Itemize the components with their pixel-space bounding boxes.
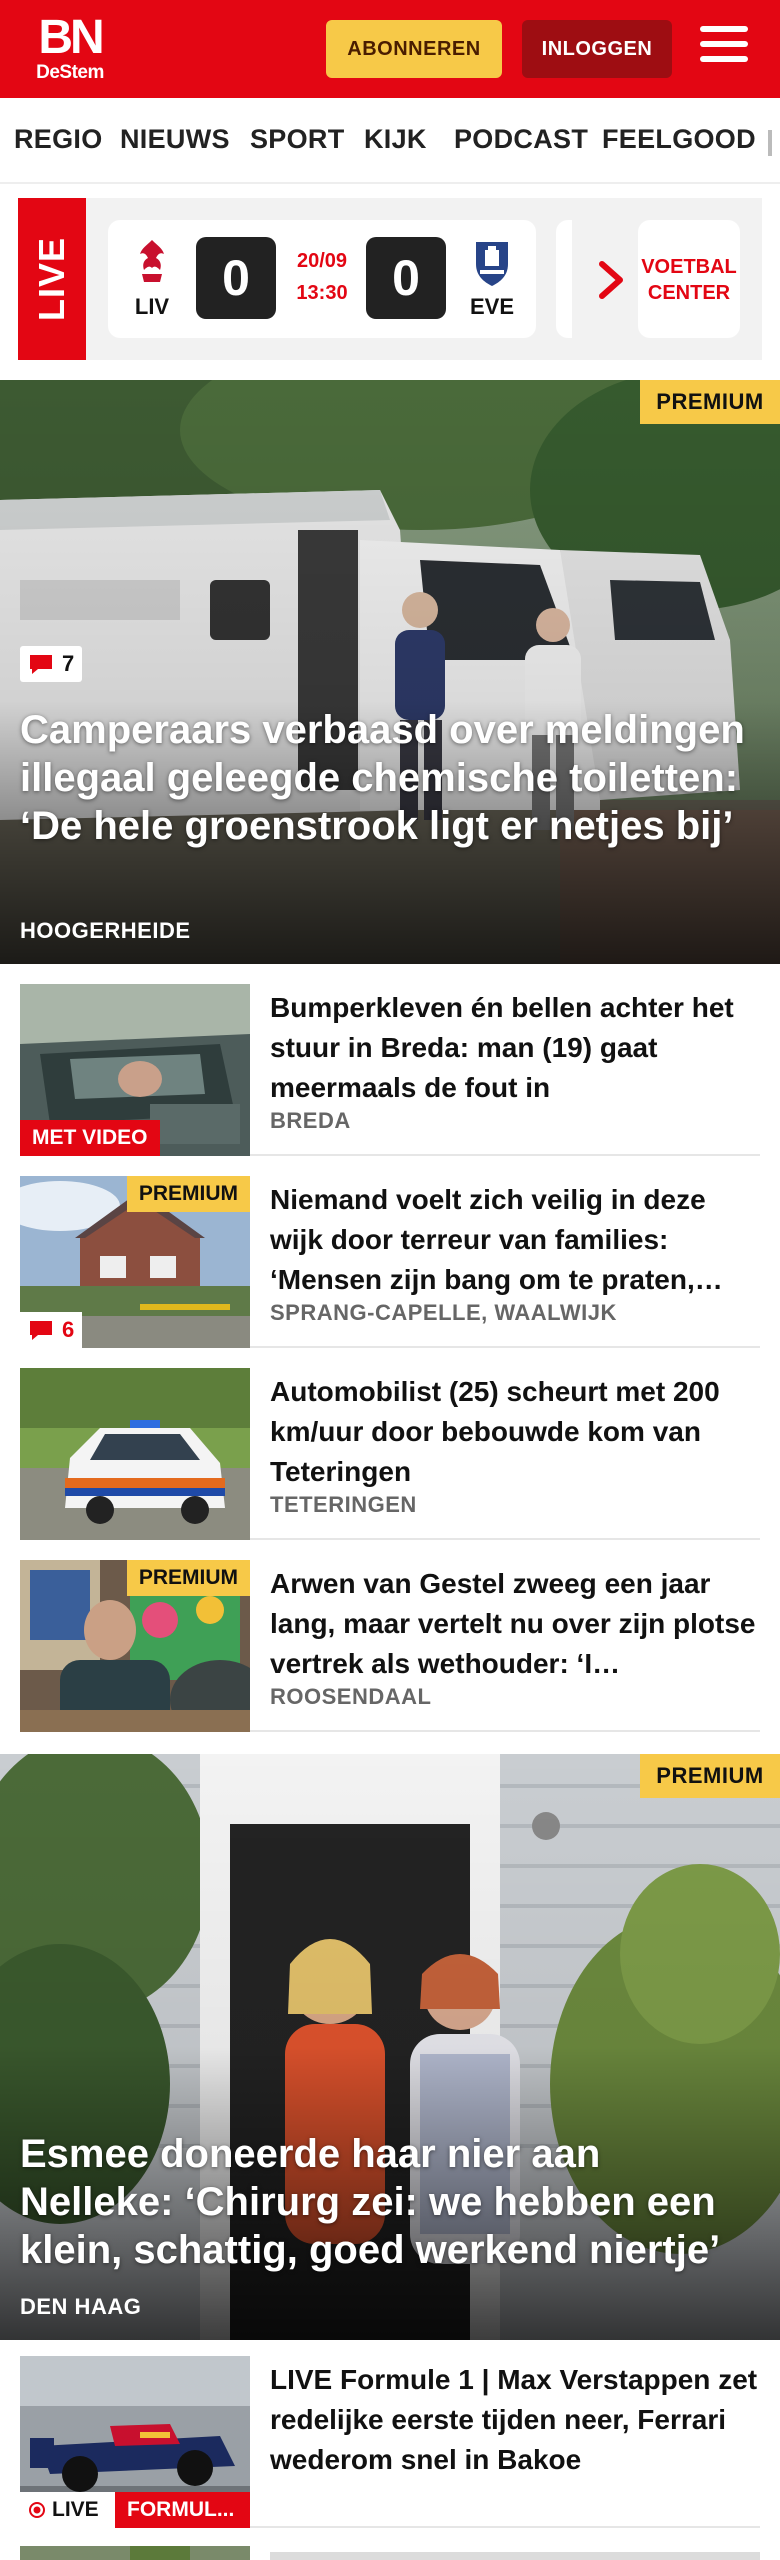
hero-title[interactable]: Camperaars verbaasd over meldingen illeg… bbox=[20, 706, 760, 850]
home-score: 0 bbox=[196, 237, 276, 319]
hero-image-campers bbox=[0, 380, 780, 964]
site-header: BN DeStem ABONNEREN INLOGGEN bbox=[0, 0, 780, 98]
hero-location: DEN HAAG bbox=[20, 2294, 142, 2319]
voetbal-center-label-line1: VOETBAL bbox=[641, 256, 737, 278]
article-thumbnail bbox=[20, 1368, 250, 1540]
category-tag: FORMUL... bbox=[115, 2492, 250, 2528]
voetbal-center-label: VOETBAL CENTER bbox=[638, 254, 740, 306]
logo-sub-text: DeStem bbox=[36, 62, 104, 83]
away-score: 0 bbox=[366, 237, 446, 319]
live-tag: LIVE bbox=[20, 2492, 115, 2528]
everton-crest-icon bbox=[476, 242, 508, 286]
hero-title[interactable]: Esmee doneerde haar nier aan Nelleke: ‘C… bbox=[20, 2130, 760, 2274]
liverpool-crest-icon bbox=[140, 240, 164, 282]
login-button[interactable]: INLOGGEN bbox=[522, 20, 672, 78]
comment-icon bbox=[30, 1321, 52, 1340]
menu-icon[interactable] bbox=[700, 26, 754, 70]
article-title[interactable]: Arwen van Gestel zweeg een jaar lang, ma… bbox=[270, 1564, 760, 1684]
list-item[interactable]: PREMIUM Arwen van Gestel zweeg een jaar … bbox=[20, 1560, 760, 1732]
video-tag: MET VIDEO bbox=[20, 1120, 160, 1156]
voetbal-center-label-line2: CENTER bbox=[647, 282, 731, 304]
next-match-card-stub[interactable] bbox=[556, 220, 572, 338]
article-location: SPRANG-CAPELLE, WAALWIJK bbox=[270, 1300, 617, 1325]
article-title[interactable]: Automobilist (25) scheurt met 200 km/uur… bbox=[270, 1372, 760, 1492]
bn-destem-logo[interactable]: BN DeStem bbox=[28, 14, 112, 86]
premium-badge: PREMIUM bbox=[640, 1754, 780, 1798]
nav-overflow-indicator bbox=[768, 130, 772, 156]
list-item[interactable]: Automobilist (25) scheurt met 200 km/uur… bbox=[20, 1368, 760, 1540]
match-card-liv-eve[interactable]: LIV 0 20/09 13:30 0 EVE bbox=[108, 220, 536, 338]
article-thumbnail: PREMIUM 6 bbox=[20, 1176, 250, 1348]
logo-main-text: BN bbox=[38, 11, 104, 64]
comment-count: 6 bbox=[62, 1317, 75, 1342]
live-scores-strip: LIVE LIV 0 20/09 13:30 0 EVE VOETBAL CEN… bbox=[18, 198, 762, 360]
nav-item-sport[interactable]: SPORT bbox=[250, 124, 345, 155]
section-nav: REGIO NIEUWS SPORT KIJK PODCAST FEELGOOD bbox=[0, 98, 780, 184]
list-item[interactable]: PREMIUM 6 Niemand voelt zich veilig in d… bbox=[20, 1176, 760, 1348]
next-article-thumbnail-peek[interactable] bbox=[20, 2546, 250, 2560]
article-location: ROOSENDAAL bbox=[270, 1684, 432, 1709]
nav-item-podcast[interactable]: PODCAST bbox=[454, 124, 588, 155]
nav-item-nieuws[interactable]: NIEUWS bbox=[120, 124, 230, 155]
nav-item-kijk[interactable]: KIJK bbox=[364, 124, 427, 155]
article-title[interactable]: Niemand voelt zich veilig in deze wijk d… bbox=[270, 1180, 760, 1300]
article-location: BREDA bbox=[270, 1108, 351, 1133]
hero-article-kidney[interactable]: PREMIUM Esmee doneerde haar nier aan Nel… bbox=[0, 1754, 780, 2340]
voetbal-center-link[interactable]: VOETBAL CENTER bbox=[638, 220, 740, 338]
hero-location: HOOGERHEIDE bbox=[20, 918, 191, 943]
comment-count: 7 bbox=[62, 651, 75, 676]
article-location: TETERINGEN bbox=[270, 1492, 417, 1517]
away-team-code: EVE bbox=[469, 294, 515, 319]
chevron-right-icon[interactable] bbox=[592, 256, 632, 304]
article-thumbnail: PREMIUM bbox=[20, 1560, 250, 1732]
comment-count-badge[interactable]: 7 bbox=[20, 646, 83, 682]
list-item[interactable]: LIVE FORMUL... LIVE Formule 1 | Max Vers… bbox=[20, 2356, 760, 2528]
premium-badge: PREMIUM bbox=[640, 380, 780, 424]
next-article-title-peek[interactable] bbox=[270, 2552, 760, 2560]
comment-icon bbox=[30, 655, 52, 674]
premium-badge: PREMIUM bbox=[126, 1176, 250, 1212]
premium-badge: PREMIUM bbox=[126, 1560, 250, 1596]
nav-item-regio[interactable]: REGIO bbox=[14, 124, 103, 155]
live-label: LIVE bbox=[31, 236, 72, 322]
home-team-code: LIV bbox=[134, 294, 170, 319]
live-tag-label: LIVE bbox=[52, 2498, 99, 2521]
article-thumbnail: MET VIDEO bbox=[20, 984, 250, 1156]
live-label-tag: LIVE bbox=[18, 198, 86, 360]
match-time: 13:30 bbox=[296, 282, 348, 304]
nav-item-feelgood[interactable]: FEELGOOD bbox=[602, 124, 756, 155]
list-item[interactable]: MET VIDEO Bumperkleven én bellen achter … bbox=[20, 984, 760, 1156]
subscribe-button[interactable]: ABONNEREN bbox=[326, 20, 502, 78]
article-title[interactable]: Bumperkleven én bellen achter het stuur … bbox=[270, 988, 760, 1108]
article-thumbnail: LIVE FORMUL... bbox=[20, 2356, 250, 2528]
hero-article-campers[interactable]: PREMIUM 7 Camperaars verbaasd over meldi… bbox=[0, 380, 780, 964]
match-date: 20/09 bbox=[296, 250, 348, 272]
comment-count-badge[interactable]: 6 bbox=[20, 1312, 83, 1348]
article-title[interactable]: LIVE Formule 1 | Max Verstappen zet rede… bbox=[270, 2360, 760, 2480]
live-dot-icon bbox=[29, 2502, 45, 2518]
